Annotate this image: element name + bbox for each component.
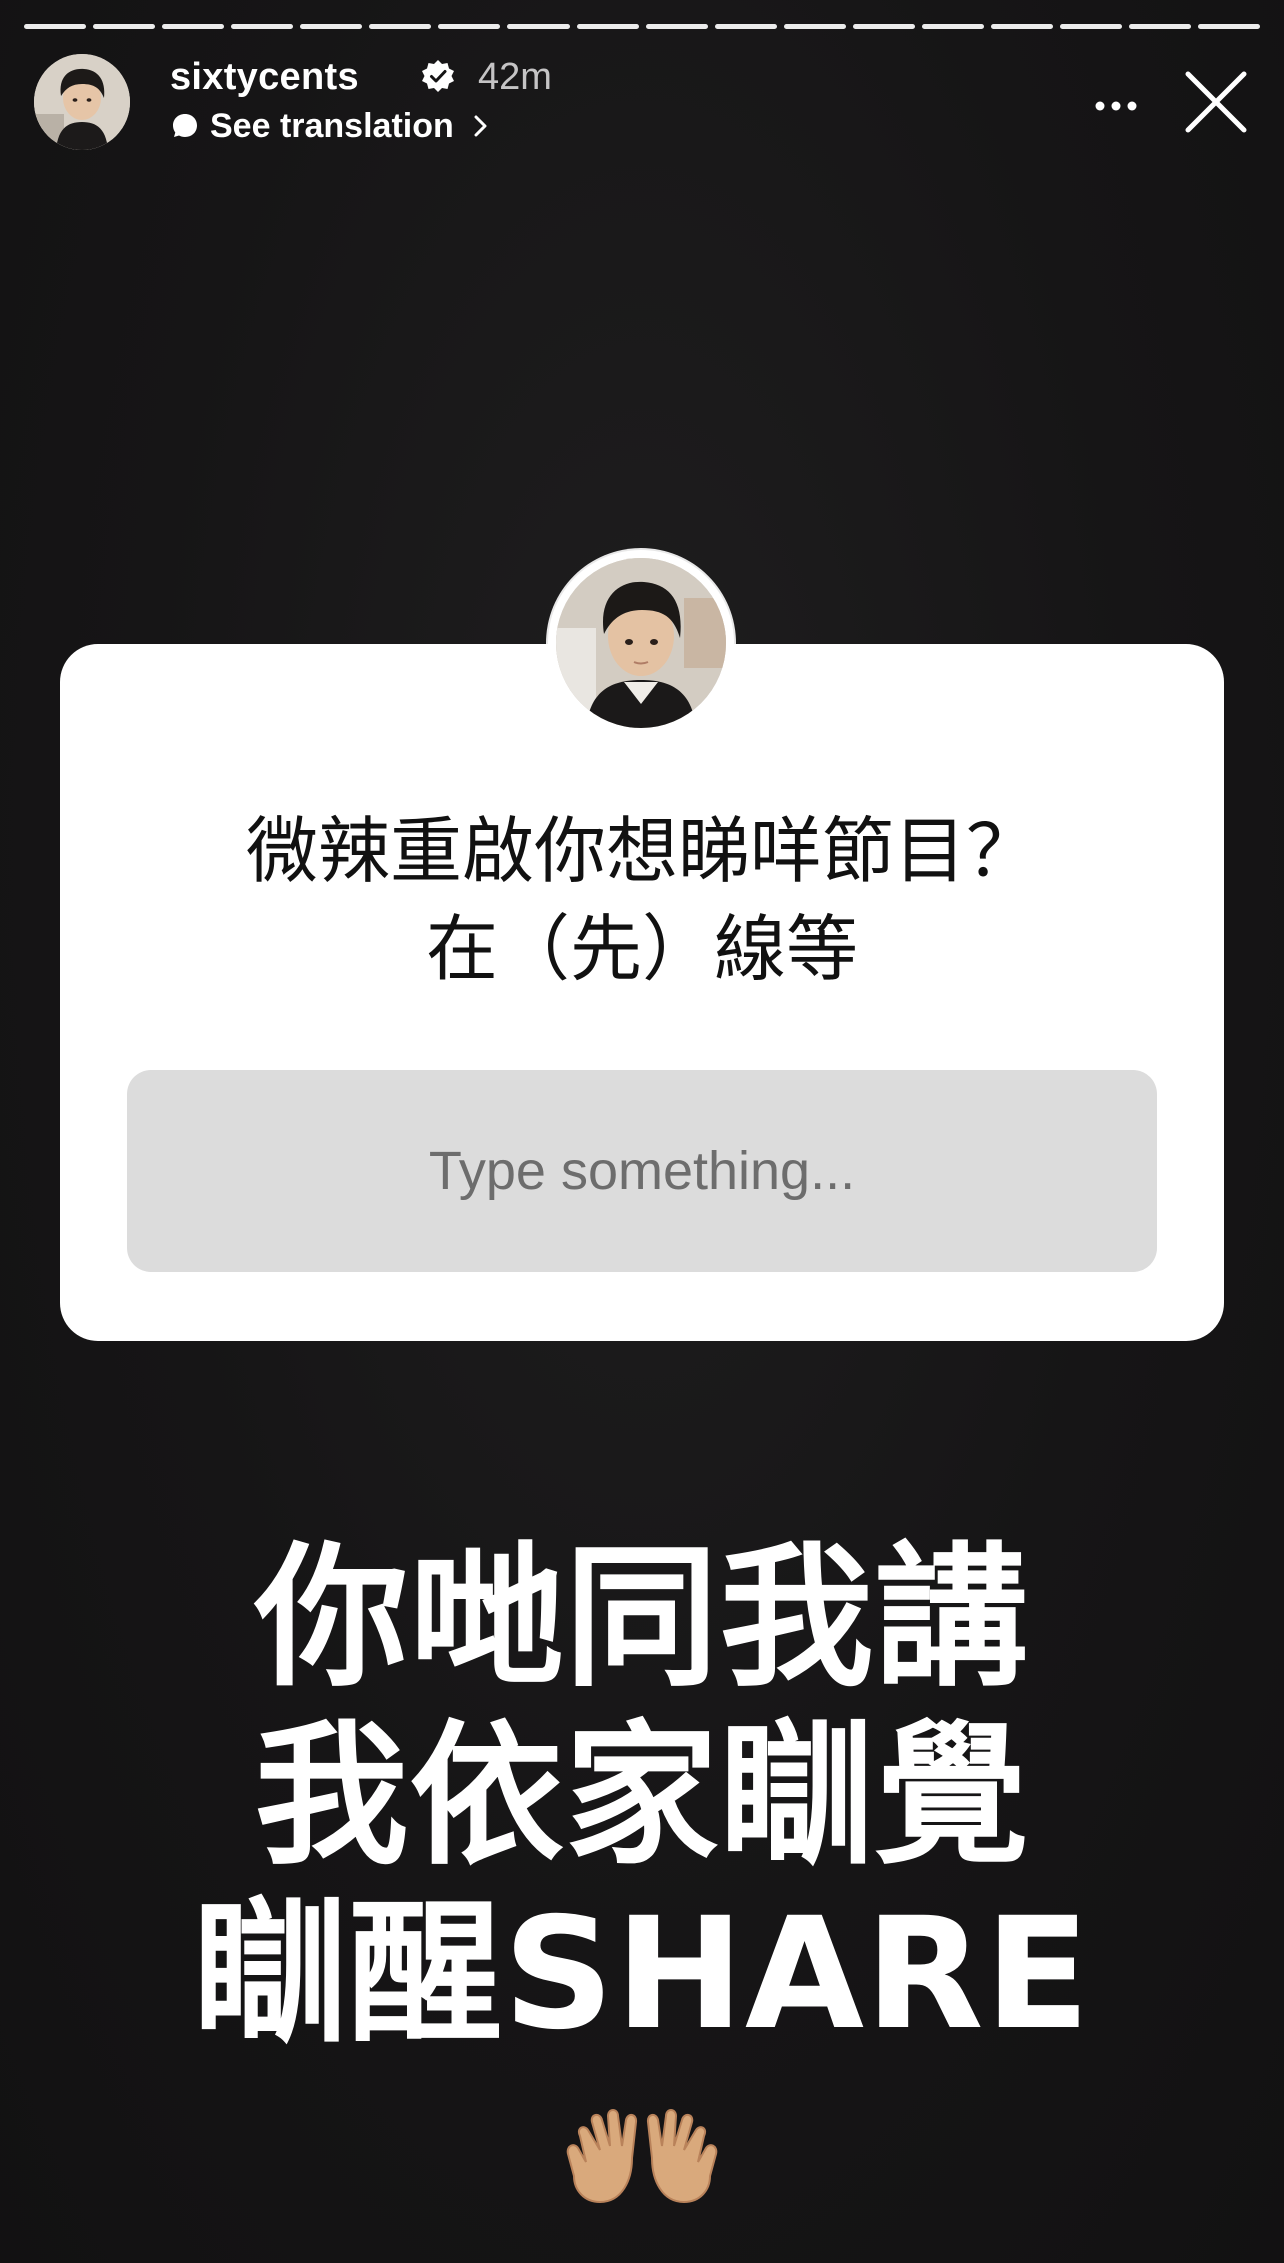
answer-input[interactable]	[127, 1069, 1157, 1273]
story-progress-segment	[300, 24, 363, 29]
question-sticker: 微辣重啟你想睇咩節目？ 在（先）線等	[60, 644, 1224, 1341]
story-progress-segment	[24, 24, 87, 29]
verified-badge-icon	[422, 60, 454, 92]
caption-line-2: 我依家瞓覺	[254, 1707, 1030, 1886]
avatar-photo	[34, 54, 130, 150]
story-progress-segment	[369, 24, 432, 29]
more-horizontal-icon[interactable]	[1086, 76, 1146, 136]
story-progress-segment	[921, 24, 984, 29]
open-hands-emoji-icon	[566, 2109, 718, 2204]
story-progress-segment	[1059, 24, 1122, 29]
story-progress-segment	[576, 24, 639, 29]
story-progress-segment	[507, 24, 570, 29]
story-progress-segment	[162, 24, 225, 29]
story-progress-segment	[990, 24, 1053, 29]
see-translation-label: See translation	[210, 106, 454, 145]
story-header: sixtycents 42m See translation	[34, 54, 1250, 154]
story-progress-segment	[1129, 24, 1192, 29]
story-progress-segment	[93, 24, 156, 29]
story-progress-segment	[1198, 24, 1261, 29]
sticker-avatar-photo	[556, 558, 726, 728]
sticker-avatar	[548, 550, 734, 736]
post-time: 42m	[478, 56, 552, 98]
question-line-2: 在（先）線等	[425, 907, 858, 991]
story-progress-segment	[852, 24, 915, 29]
chevron-right-icon	[474, 115, 487, 137]
story-caption: 你哋同我講 我依家瞓覺 瞓醒SHARE	[0, 1530, 1284, 2064]
close-icon[interactable]	[1182, 68, 1250, 136]
question-line-1: 微辣重啟你想睇咩節目？	[245, 809, 1038, 893]
story-progress-segment	[231, 24, 294, 29]
profile-avatar[interactable]	[34, 54, 130, 150]
caption-line-1: 你哋同我講	[254, 1529, 1030, 1708]
story-progress-segment	[714, 24, 777, 29]
sticker-question: 微辣重啟你想睇咩節目？ 在（先）線等	[120, 802, 1164, 998]
username[interactable]: sixtycents	[170, 56, 359, 99]
translation-bubble-icon	[173, 114, 197, 137]
story-progress-bar	[24, 24, 1261, 30]
story-progress-segment	[438, 24, 501, 29]
story-progress-segment	[645, 24, 708, 29]
caption-line-3: 瞓醒SHARE	[193, 1885, 1091, 2064]
story-progress-segment	[783, 24, 846, 29]
answer-box[interactable]	[127, 1069, 1157, 1273]
see-translation-button[interactable]: See translation	[170, 104, 492, 148]
